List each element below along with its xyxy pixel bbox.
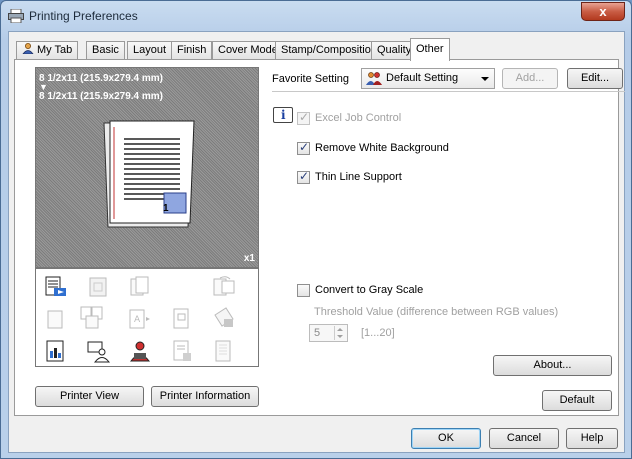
tab-label: Finish <box>177 44 207 56</box>
ok-button[interactable]: OK <box>411 428 481 449</box>
favorite-setting-label: Favorite Setting <box>272 73 350 85</box>
close-button[interactable]: x <box>581 2 625 21</box>
tab-other[interactable]: Other <box>410 38 450 61</box>
tab-layout[interactable]: Layout <box>127 41 173 60</box>
chevron-up-icon <box>337 328 343 331</box>
tab-label: Layout <box>133 44 167 56</box>
original-paper-size: 8 1/2x11 (215.9x279.4 mm) <box>39 73 163 84</box>
combine-pages-icon <box>80 306 103 329</box>
convert-to-gray-scale-label: Convert to Gray Scale <box>315 284 424 296</box>
print-to-tray-icon[interactable] <box>44 275 68 299</box>
chevron-down-icon <box>481 77 489 81</box>
tab-panel-other: 8 1/2x11 (215.9x279.4 mm) ▼ 8 1/2x11 (21… <box>14 59 625 416</box>
add-favorite-button[interactable]: Add... <box>502 68 558 89</box>
overlay-icon <box>173 308 189 329</box>
remove-white-background-checkbox[interactable] <box>297 140 310 155</box>
about-button[interactable]: About... <box>493 355 612 376</box>
duplex-icon <box>130 276 149 296</box>
tab-label: Stamp/Composition <box>281 44 377 56</box>
image-shift-icon: A <box>129 309 150 329</box>
account-track-icon[interactable] <box>128 339 152 363</box>
excel-job-control-checkbox[interactable] <box>297 110 310 125</box>
window-title: Printing Preferences <box>29 9 138 23</box>
copies-count: x1 <box>243 253 255 264</box>
separator <box>272 91 625 92</box>
function-icon-panel: A <box>35 268 259 367</box>
help-button[interactable]: Help <box>566 428 618 449</box>
printing-preferences-window: Printing Preferences x My Tab Basic Layo… <box>0 0 632 459</box>
page-thumbnail <box>103 120 195 228</box>
favorite-setting-dropdown[interactable]: Default Setting <box>361 68 495 89</box>
single-page-icon <box>47 310 63 329</box>
tab-label: Basic <box>92 44 119 56</box>
printer-icon <box>8 9 24 23</box>
booklet-icon <box>89 277 107 297</box>
tab-stamp-composition[interactable]: Stamp/Composition <box>275 41 383 60</box>
rotate-page-icon <box>213 276 235 296</box>
tab-label: Quality <box>377 44 412 56</box>
tab-label: Other <box>416 43 444 55</box>
thin-line-support-checkbox[interactable] <box>297 169 310 184</box>
title-bar[interactable]: Printing Preferences x <box>1 1 631 31</box>
printer-information-button[interactable]: Printer Information <box>151 386 259 407</box>
threshold-value-label: Threshold Value (difference between RGB … <box>314 306 559 318</box>
tab-label: My Tab <box>37 44 73 56</box>
threshold-value-spinner[interactable]: 5 <box>309 324 348 342</box>
user-authentication-icon[interactable] <box>86 339 110 363</box>
page-number: 1 <box>163 203 169 214</box>
output-paper-size: 8 1/2x11 (215.9x279.4 mm) <box>39 91 163 102</box>
tab-label: Cover Mode <box>218 44 278 56</box>
spinner-arrows[interactable] <box>334 326 346 340</box>
threshold-range: [1...20] <box>361 327 395 339</box>
secure-print-icon <box>214 307 234 327</box>
dialog-body: My Tab Basic Layout Finish Cover Mode St… <box>8 31 625 453</box>
id-print-icon <box>173 340 191 361</box>
page-preview: 8 1/2x11 (215.9x279.4 mm) ▼ 8 1/2x11 (21… <box>35 67 259 268</box>
document-stats-icon[interactable] <box>44 339 68 363</box>
watermark-page-icon <box>215 340 231 362</box>
info-icon[interactable] <box>273 107 293 123</box>
edit-favorite-button[interactable]: Edit... <box>567 68 623 89</box>
tab-my-tab[interactable]: My Tab <box>16 41 79 60</box>
remove-white-background-label: Remove White Background <box>315 142 449 154</box>
chevron-down-icon <box>337 335 343 338</box>
tab-cover-mode[interactable]: Cover Mode <box>212 41 284 60</box>
cancel-button[interactable]: Cancel <box>489 428 559 449</box>
threshold-value: 5 <box>314 327 321 339</box>
favorite-setting-value: Default Setting <box>386 72 459 84</box>
excel-job-control-label: Excel Job Control <box>315 112 402 124</box>
favorite-people-icon <box>366 72 382 85</box>
thin-line-support-label: Thin Line Support <box>315 171 402 183</box>
default-button[interactable]: Default <box>542 390 612 411</box>
person-icon <box>22 43 34 54</box>
printer-view-button[interactable]: Printer View <box>35 386 144 407</box>
tab-basic[interactable]: Basic <box>86 41 125 60</box>
tab-finish[interactable]: Finish <box>171 41 213 60</box>
svg-text:A: A <box>134 315 141 325</box>
convert-to-gray-scale-checkbox[interactable] <box>297 284 310 297</box>
